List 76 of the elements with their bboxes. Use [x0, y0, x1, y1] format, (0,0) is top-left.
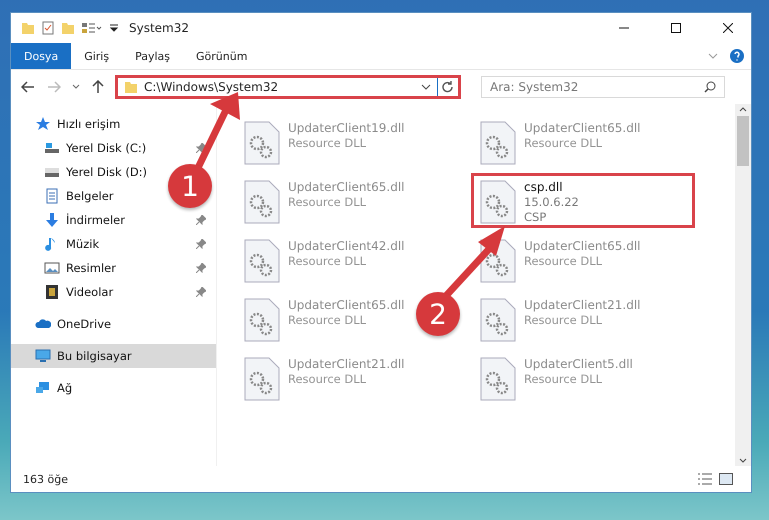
sidebar-item[interactable]: Yerel Disk (C:)	[11, 136, 216, 160]
gear-file-icon	[244, 357, 280, 401]
file-description: Resource DLL	[288, 372, 368, 386]
sidebar-item[interactable]: Videolar	[11, 280, 216, 304]
star-icon	[35, 116, 51, 132]
pin-icon[interactable]	[196, 263, 206, 273]
sidebar-item[interactable]: Belgeler	[11, 184, 124, 208]
maximize-icon	[671, 23, 681, 33]
file-description: Resource DLL	[524, 254, 604, 268]
file-description: Resource DLL	[524, 313, 604, 327]
sidebar-item[interactable]: Müzik	[11, 232, 216, 256]
chevron-down-icon	[72, 84, 80, 90]
file-name: UpdaterClient19.dll	[288, 121, 405, 135]
sidebar-item[interactable]: Resimler	[11, 256, 216, 280]
file-version: 15.0.6.22	[524, 195, 579, 209]
address-bar[interactable]: C:\Windows\System32	[115, 75, 461, 99]
gear-file-icon	[244, 180, 280, 224]
gear-file-icon	[244, 121, 280, 165]
close-icon	[723, 23, 733, 33]
down-arrow-icon	[44, 212, 60, 228]
checklist-icon[interactable]	[41, 21, 55, 35]
search-icon[interactable]	[704, 81, 716, 93]
pin-icon[interactable]	[196, 215, 206, 225]
sidebar-item[interactable]: Ağ	[11, 376, 82, 400]
sidebar-item[interactable]: İndirmeler	[11, 208, 216, 232]
file-description: Resource DLL	[524, 136, 604, 150]
gear-file-icon	[480, 121, 516, 165]
file-item[interactable]: csp.dll 15.0.6.22 CSP	[471, 173, 695, 228]
file-description: Resource DLL	[288, 254, 368, 268]
properties-icon[interactable]	[81, 21, 103, 35]
window-title: System32	[129, 21, 190, 35]
search-field[interactable]: Ara: System32	[481, 76, 725, 98]
network-icon	[35, 380, 51, 396]
picture-icon	[44, 260, 60, 276]
ribbon-tab[interactable]: Görünüm	[183, 43, 260, 69]
sidebar-item[interactable]: OneDrive	[11, 312, 122, 336]
gear-file-icon	[480, 180, 516, 224]
pin-icon[interactable]	[196, 239, 206, 249]
gear-file-icon	[480, 357, 516, 401]
sidebar-item[interactable]: Hızlı erişim	[11, 112, 130, 136]
ribbon-tab[interactable]: Giriş	[71, 43, 122, 69]
file-name: UpdaterClient21.dll	[524, 298, 641, 312]
file-name: csp.dll	[524, 180, 564, 194]
file-description: CSP	[524, 210, 548, 224]
file-description: Resource DLL	[524, 372, 604, 386]
gear-file-icon	[244, 239, 280, 283]
folder-icon	[124, 80, 138, 94]
sidebar-item[interactable]: Bu bilgisayar	[11, 344, 216, 368]
drive-icon	[44, 140, 60, 156]
scroll-thumb[interactable]	[737, 116, 749, 166]
file-name: UpdaterClient21.dll	[288, 357, 405, 371]
file-name: UpdaterClient42.dll	[288, 239, 405, 253]
file-name: UpdaterClient65.dll	[524, 239, 641, 253]
scrollbar[interactable]	[735, 104, 751, 466]
ribbon-tab[interactable]: Dosya	[11, 43, 72, 69]
gear-file-icon	[244, 298, 280, 342]
pin-icon[interactable]	[196, 287, 206, 297]
pin-icon[interactable]	[196, 143, 206, 153]
file-description: Resource DLL	[288, 313, 368, 327]
ribbon-tab[interactable]: Paylaş	[122, 43, 183, 69]
chevron-down-icon[interactable]	[421, 83, 431, 91]
file-description: Resource DLL	[288, 195, 368, 209]
large-icons-view-icon[interactable]	[719, 473, 733, 485]
sidebar-item[interactable]: Yerel Disk (D:)	[11, 160, 158, 184]
computer-icon	[35, 348, 51, 364]
document-icon	[44, 188, 60, 204]
file-description: Resource DLL	[288, 136, 368, 150]
details-view-icon[interactable]	[697, 473, 713, 485]
file-name: UpdaterClient5.dll	[524, 357, 633, 371]
item-count: 163 öğe	[23, 472, 68, 486]
minimize-icon	[619, 27, 629, 29]
file-name: UpdaterClient65.dll	[288, 298, 405, 312]
file-name: UpdaterClient65.dll	[288, 180, 405, 194]
gear-file-icon	[480, 298, 516, 342]
film-icon	[44, 284, 60, 300]
file-name: UpdaterClient65.dll	[524, 121, 641, 135]
